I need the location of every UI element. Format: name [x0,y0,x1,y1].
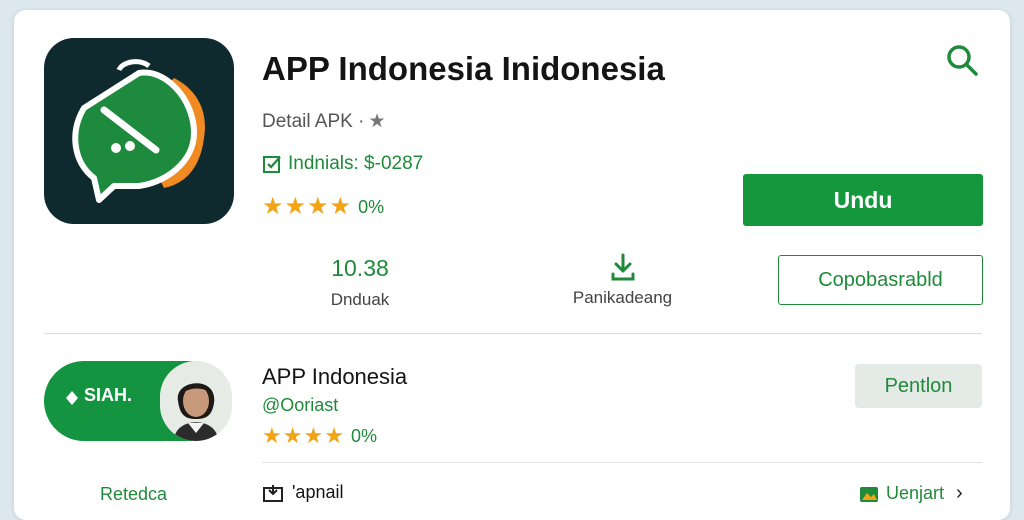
install-check-icon [263,156,281,173]
banner-text: SIAH. [84,385,133,405]
downloads-value: 10.38 [331,255,389,281]
app-title: APP Indonesia Inidonesia [262,50,665,87]
download-button[interactable]: Undu [743,174,983,226]
app-rating: ★★★★ 0% [262,195,384,219]
image-icon [263,484,283,502]
section-divider [44,333,982,334]
downloads-label: Dnduak [330,290,390,309]
banner-logo-icon [66,391,78,405]
downloads-stat: 10.38 Dnduak [300,255,420,310]
download-icon [611,253,634,281]
footer-middle-label: 'apnail [292,482,344,502]
footer-left-link[interactable]: Retedca [100,484,167,505]
related-app-rating: ★★★★ 0% [262,425,377,447]
rating-text: 0% [358,196,385,217]
app-detail-line: Detail APK · ★ [262,110,385,133]
search-icon[interactable] [944,42,980,78]
app-logo-icon [44,38,234,224]
footer-middle-item[interactable]: 'apnail [262,482,343,503]
related-action-button[interactable]: Pentlon [855,364,982,408]
star-icon: ★ [368,111,386,132]
installs-line: Indnials: $-0287 [262,153,423,175]
related-app-title[interactable]: APP Indonesia [262,364,407,390]
gallery-icon [860,486,878,502]
detail-text: Detail APK · [262,111,365,132]
package-label: Panikadeang [572,288,673,307]
compare-button[interactable]: Copobasrabld [778,255,983,305]
chevron-right-icon: › [956,482,963,504]
footer-right-link[interactable]: Uenjart › [858,482,963,505]
package-stat[interactable]: Panikadeang [550,252,695,308]
row-divider [262,462,982,463]
installs-text: Indnials: $-0287 [288,153,424,174]
related-app-developer: @Ooriast [262,395,339,415]
footer-right-label: Uenjart [886,483,945,503]
rating-stars: ★★★★ [262,193,353,220]
related-rating-stars: ★★★★ [262,423,345,448]
related-rating-text: 0% [350,425,377,446]
avatar [160,361,232,441]
